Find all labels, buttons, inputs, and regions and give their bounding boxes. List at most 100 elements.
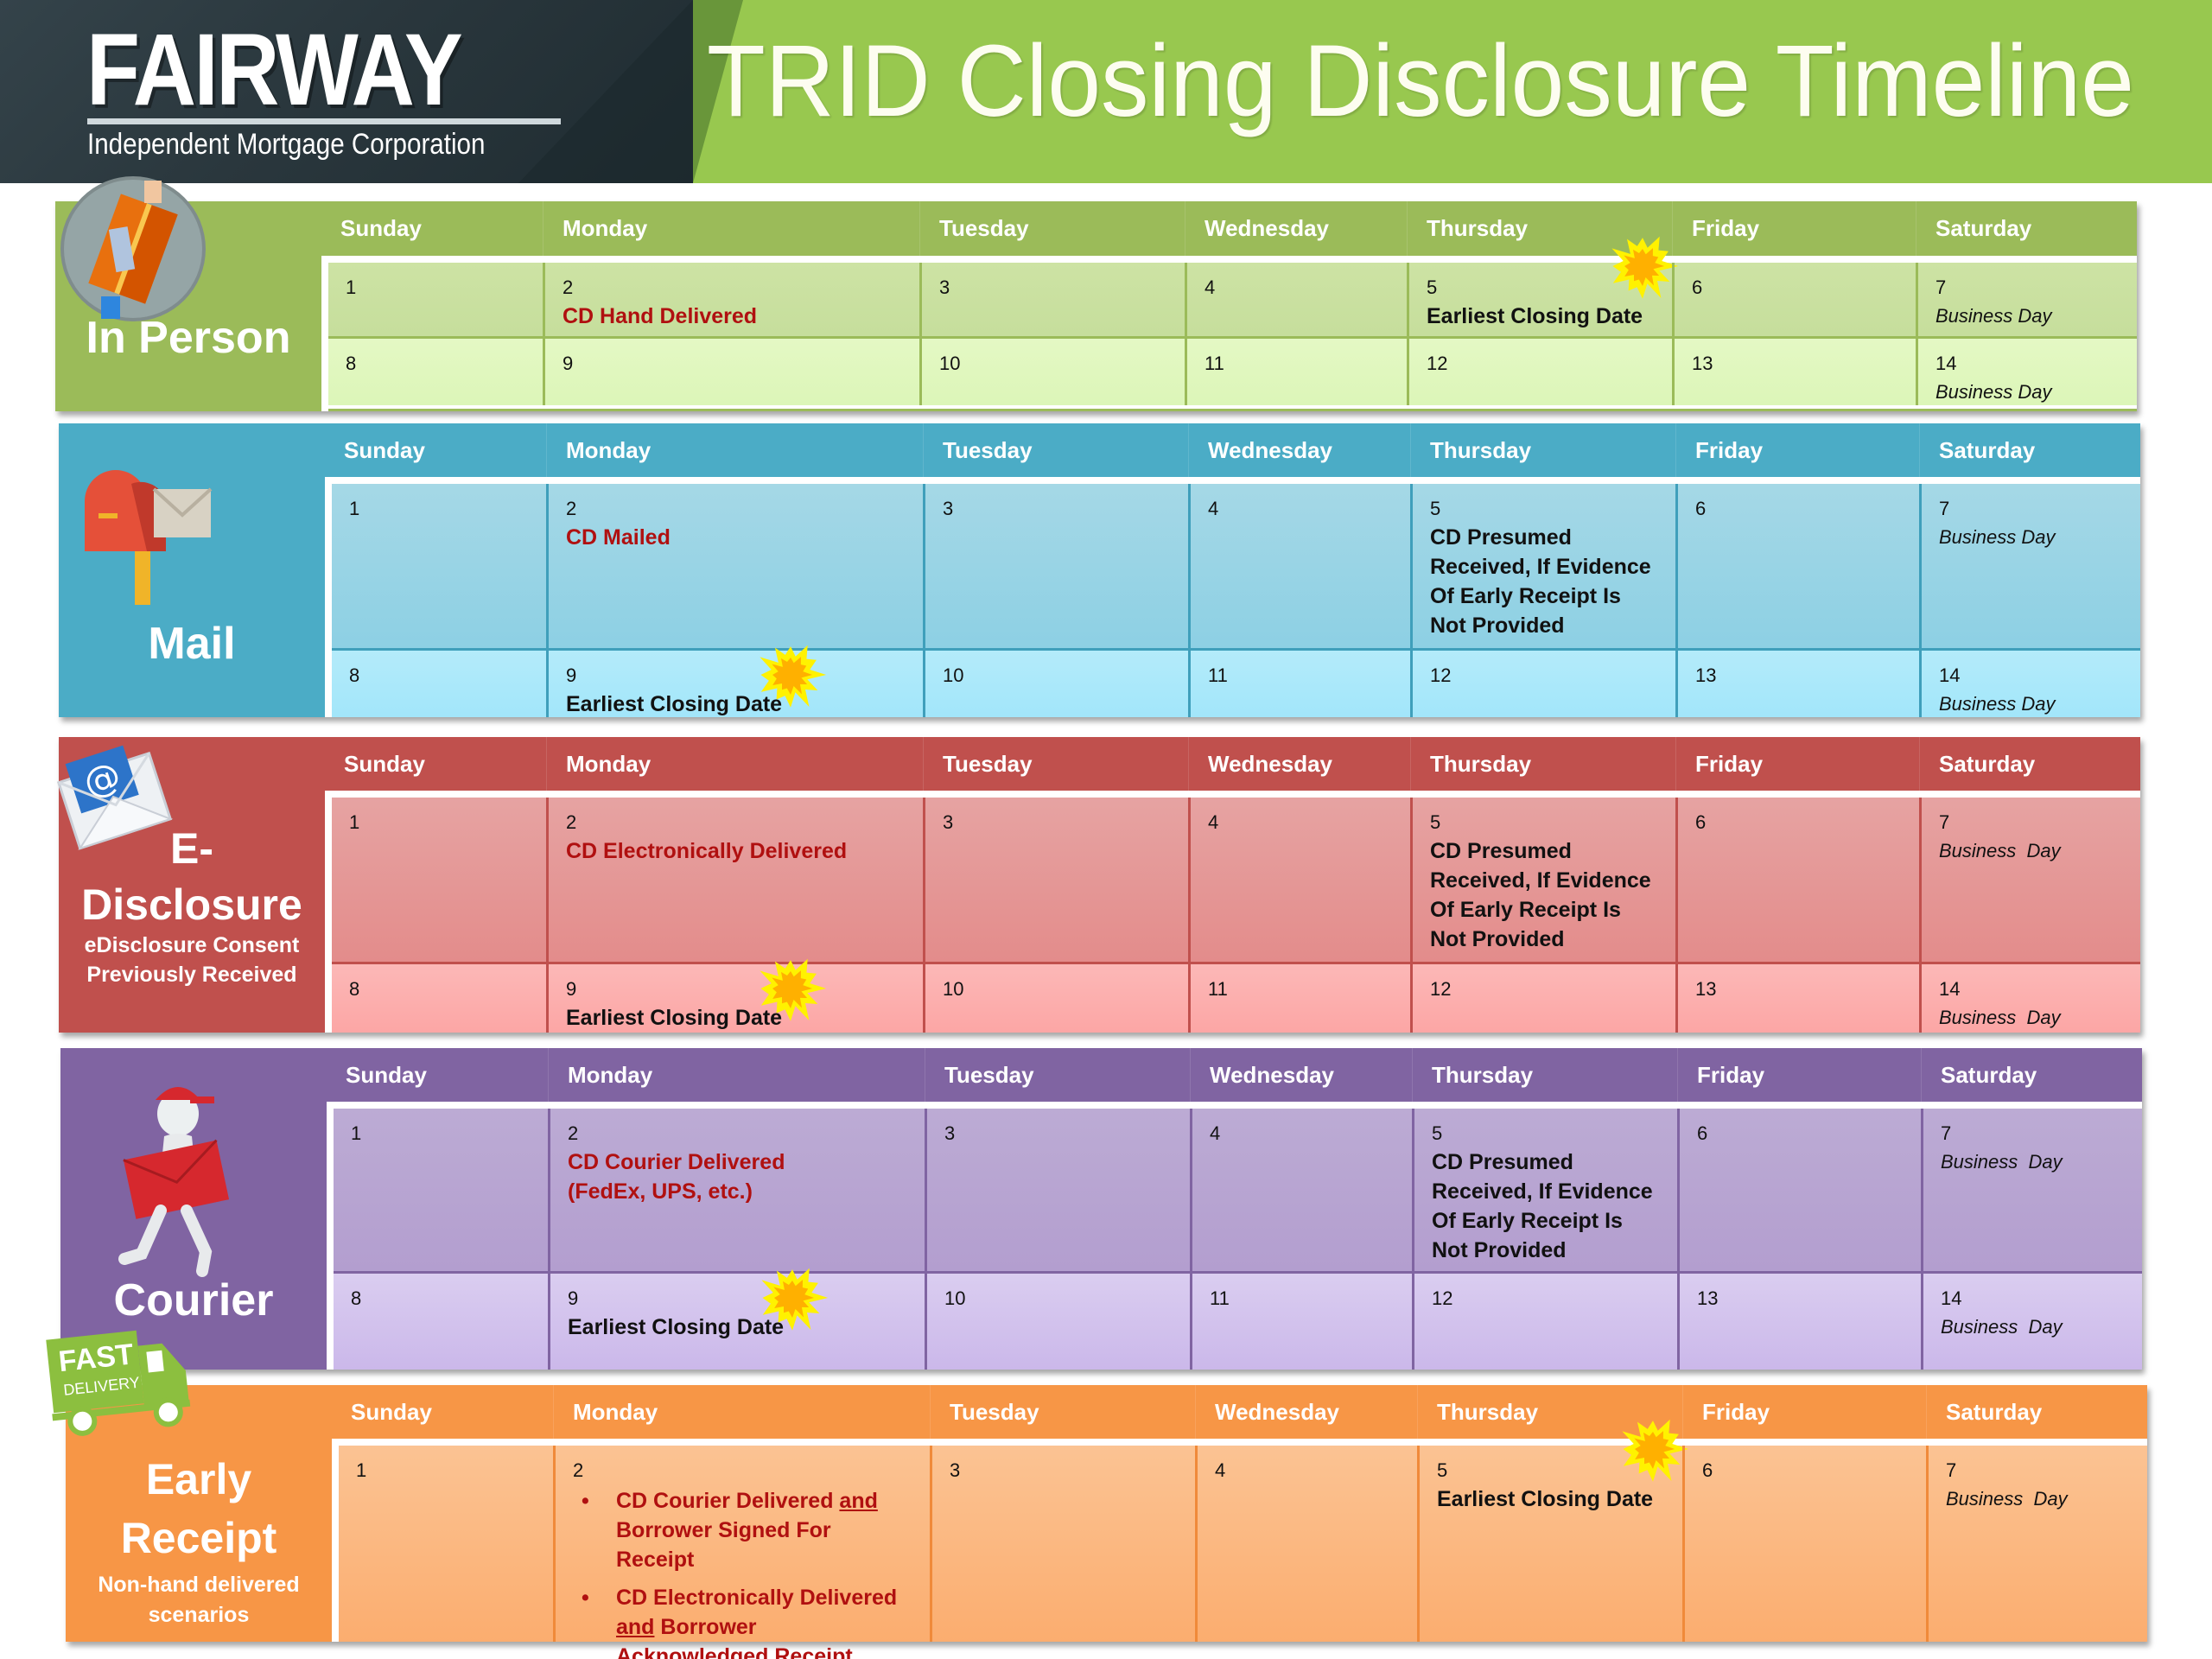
weekday-header-tuesday: Tuesday — [923, 423, 1188, 477]
day-number: 10 — [944, 1287, 966, 1309]
day-number: 12 — [1432, 1287, 1453, 1309]
weekday-header-monday: Monday — [546, 737, 923, 791]
calendar-week-row: 1 2 CD Courier Delivered and Borrower Sign… — [339, 1419, 2147, 1659]
calendar-day-cell: 6 — [1672, 263, 1916, 336]
calendar-day-cell: 14 Business Day — [1921, 1274, 2142, 1370]
day-number: 14 — [1939, 664, 1961, 686]
calendar-day-cell: 1 — [339, 1446, 553, 1642]
calendar-day-cell: 5 Earliest Closing Date — [1407, 236, 1679, 336]
calendar-day-cell: 1 — [332, 798, 546, 962]
calendar-day-cell: 7 Business Day — [1919, 798, 2140, 962]
courier-runner-icon — [104, 1081, 242, 1284]
weekday-header-friday: Friday — [1672, 201, 1916, 256]
day-number: 4 — [1210, 1122, 1221, 1144]
calendar-week-row: 1 2 CD Hand Delivered 3 4 5 Earliest Closing D… — [328, 236, 2137, 336]
hand-delivery-package-icon — [60, 175, 207, 327]
day-number: 14 — [1936, 353, 1957, 374]
section-in-person: In Person Sunday Monday Tuesday Wednesday Thu… — [55, 176, 2137, 411]
weekday-header-friday: Friday — [1675, 737, 1919, 791]
calendar-day-cell: 7 Business Day — [1919, 484, 2140, 648]
calendar-day-cell: 3 — [923, 798, 1188, 962]
calendar-day-cell: 13 — [1675, 964, 1919, 1033]
calendar-day-cell: 13 — [1677, 1274, 1921, 1370]
day-number: 6 — [1695, 498, 1707, 519]
calendar-day-cell: 13 — [1672, 339, 1916, 405]
section-title-line-1: E- — [170, 824, 213, 873]
day-number: 6 — [1695, 811, 1707, 833]
day-number: 13 — [1692, 353, 1713, 374]
calendar-day-cell: 10 — [923, 651, 1188, 717]
calendar-grid: 1 2 CD Hand Delivered 3 4 5 Earliest Closing D… — [321, 236, 2137, 411]
calendar-day-cell: 9 Earliest Closing Date — [548, 1268, 925, 1370]
calendar-grid: 1 2 CD Courier Delivered (FedEx, UPS, etc.)… — [327, 1102, 2142, 1370]
calendar-day-cell: 9 Earliest Closing Date — [546, 645, 923, 717]
calendar-day-cell: 9 Earliest Closing Date — [546, 958, 923, 1033]
day-number: 1 — [349, 498, 360, 519]
section-label-panel: FAST DELIVERY Early Receipt Non-hand deliver… — [46, 1330, 332, 1642]
day-number: 9 — [563, 353, 574, 374]
calendar-grid: 1 2 CD Electronically Delivered 3 4 5 CD Presu… — [325, 791, 2140, 1033]
starburst-icon — [1622, 1419, 1689, 1482]
weekday-header-row: Sunday Monday Tuesday Wednesday Thursday Frid… — [325, 423, 2140, 477]
calendar-day-cell: 12 — [1410, 651, 1675, 717]
calendar-day-cell: 10 — [919, 339, 1185, 405]
page-title: TRID Closing Disclosure Timeline — [707, 24, 2134, 138]
section-subtitle-line-2: scenarios — [148, 1603, 250, 1627]
weekday-header-saturday: Saturday — [1919, 737, 2140, 791]
earliest-closing-date-label: Earliest Closing Date — [568, 1314, 785, 1339]
underlined-conjunction: and — [839, 1488, 878, 1513]
event-label: CD Presumed Received, If Evidence Of Ear… — [1432, 1149, 1653, 1262]
weekday-header-row: Sunday Monday Tuesday Wednesday Thursday Frid… — [325, 737, 2140, 791]
event-label: CD Mailed — [566, 524, 671, 550]
section-title: Mail — [148, 619, 236, 669]
business-day-label: Business Day — [1941, 1150, 2063, 1173]
calendar-day-cell: 2 CD Hand Delivered — [543, 263, 919, 336]
calendar-day-cell: 2 CD Courier Delivered and Borrower Signe… — [553, 1446, 930, 1659]
calendar-day-cell: 14 Business Day — [1919, 651, 2140, 717]
day-number: 7 — [1946, 1459, 1957, 1481]
logo-shadow-decoration — [518, 0, 693, 183]
weekday-header-saturday: Saturday — [1926, 1385, 2147, 1439]
weekday-header-monday: Monday — [553, 1385, 930, 1439]
day-number: 3 — [943, 811, 954, 833]
calendar-week-row: 1 2 CD Courier Delivered (FedEx, UPS, etc.)… — [334, 1109, 2142, 1271]
weekday-header-monday: Monday — [546, 423, 923, 477]
day-number: 4 — [1215, 1459, 1226, 1481]
calendar-day-cell: 6 — [1677, 1109, 1921, 1271]
day-number: 7 — [1941, 1122, 1952, 1144]
calendar-day-cell: 5 CD Presumed Received, If Evidence Of Ea… — [1410, 484, 1675, 648]
calendar-week-row: 8 9 Earliest Closing Date 10 11 12 13 14 Busines… — [332, 645, 2140, 717]
earliest-closing-date-label: Earliest Closing Date — [566, 691, 783, 716]
calendar-day-cell: 2 CD Electronically Delivered — [546, 798, 923, 962]
calendar-day-cell: 13 — [1675, 651, 1919, 717]
scenario-text: Borrower Signed For Receipt — [616, 1517, 831, 1572]
mailbox-icon — [78, 467, 225, 609]
day-number: 8 — [349, 664, 360, 686]
calendar-grid: 1 2 CD Courier Delivered and Borrower Sign… — [332, 1419, 2147, 1659]
day-number: 5 — [1430, 811, 1441, 833]
day-number: 9 — [566, 978, 577, 1000]
day-number: 6 — [1697, 1122, 1708, 1144]
day-number: 2 — [568, 1122, 579, 1144]
section-title: Courier — [113, 1275, 274, 1325]
calendar-day-cell: 11 — [1188, 964, 1410, 1033]
weekday-header-friday: Friday — [1682, 1385, 1926, 1439]
business-day-label: Business Day — [1939, 839, 2061, 861]
weekday-header-row: Sunday Monday Tuesday Wednesday Thursday Frid… — [327, 1048, 2142, 1102]
company-logo-name: FAIRWAY — [86, 13, 463, 127]
business-day-label: Business Day — [1941, 1315, 2063, 1338]
fast-delivery-truck-icon: FAST DELIVERY — [43, 1325, 207, 1441]
business-day-label: Business Day — [1936, 380, 2052, 403]
weekday-header-row: Sunday Monday Tuesday Wednesday Thursday Frid… — [321, 201, 2137, 256]
calendar-day-cell: 8 — [334, 1274, 548, 1370]
calendar-day-cell: 8 — [328, 339, 543, 405]
early-receipt-scenarios-list: CD Courier Delivered and Borrower Signed… — [573, 1486, 930, 1659]
calendar-day-cell: 6 — [1675, 484, 1919, 648]
weekday-header-thursday: Thursday — [1410, 423, 1675, 477]
starburst-icon — [760, 645, 827, 708]
day-number: 11 — [1208, 978, 1228, 1000]
weekday-header-sunday: Sunday — [351, 1399, 432, 1425]
calendar-day-cell: 3 — [925, 1109, 1190, 1271]
starburst-icon — [1611, 236, 1679, 299]
weekday-header-wednesday: Wednesday — [1195, 1385, 1417, 1439]
